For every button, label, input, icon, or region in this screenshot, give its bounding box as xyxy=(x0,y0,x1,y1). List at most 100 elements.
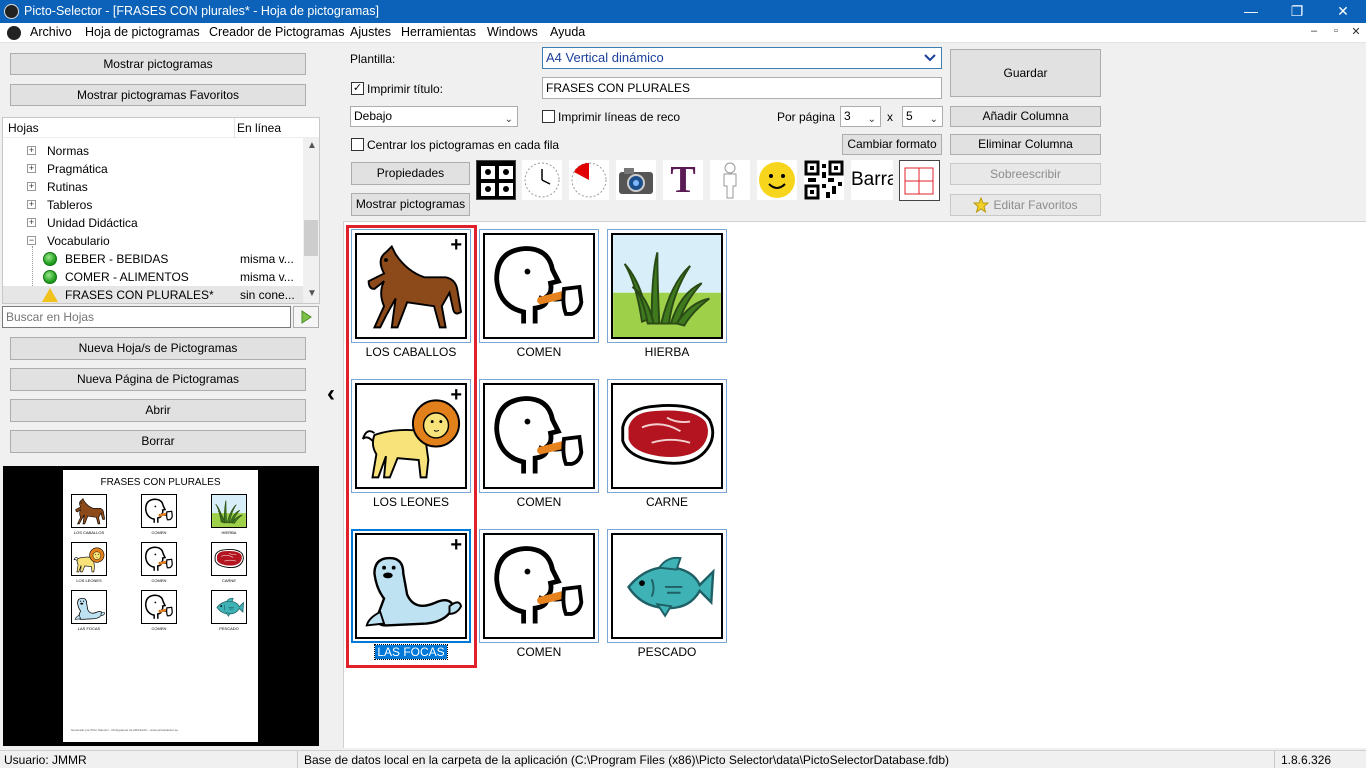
new-sheets-button[interactable]: Nueva Hoja/s de Pictogramas xyxy=(10,337,306,360)
preview-eat-icon xyxy=(141,590,177,624)
mdi-close-button[interactable]: ✕ xyxy=(1346,25,1366,38)
edit-favorites-button[interactable]: Editar Favoritos xyxy=(950,194,1101,216)
tree-sheet-frases-con-plurales[interactable]: FRASES CON PLURALES* sin cone... xyxy=(3,286,305,303)
show-pictograms-button[interactable]: Mostrar pictogramas xyxy=(10,53,306,75)
tree-header: Hojas En línea xyxy=(3,118,319,138)
delete-column-button[interactable]: Eliminar Columna xyxy=(950,134,1101,155)
menu-ayuda[interactable]: Ayuda xyxy=(550,25,585,39)
expand-icon[interactable]: + xyxy=(27,146,36,155)
show-pictograms-toolbar-button[interactable]: Mostrar pictogramas xyxy=(351,193,470,216)
pictogram-label[interactable]: COMEN xyxy=(474,645,604,659)
pictogram-label[interactable]: HIERBA xyxy=(602,345,732,359)
menu-windows[interactable]: Windows xyxy=(487,25,538,39)
print-lines-checkbox[interactable] xyxy=(542,110,555,123)
column-divider[interactable] xyxy=(234,118,235,138)
person-tool-icon[interactable] xyxy=(710,160,750,200)
expand-icon[interactable]: + xyxy=(27,200,36,209)
tree-folder-pragmatica[interactable]: + Pragmática xyxy=(3,160,305,178)
pictogram-card[interactable] xyxy=(479,529,599,643)
pictogram-card[interactable] xyxy=(479,379,599,493)
collapse-panel-icon[interactable]: ‹ xyxy=(322,380,340,410)
title-input[interactable] xyxy=(542,77,942,99)
rows-select[interactable]: 3 ⌄ xyxy=(840,106,881,127)
pictogram-card[interactable]: + xyxy=(351,229,471,343)
pictogram-label[interactable]: LOS CABALLOS xyxy=(346,345,476,359)
properties-button[interactable]: Propiedades xyxy=(351,162,470,185)
title-position-select[interactable]: Debajo ⌄ xyxy=(350,106,518,127)
timer-tool-icon[interactable] xyxy=(569,160,609,200)
print-title-label: Imprimir título: xyxy=(367,82,444,96)
tree-sheet-beber-bebidas[interactable]: BEBER - BEBIDAS misma v... xyxy=(3,250,305,268)
restore-button[interactable]: ❐ xyxy=(1274,0,1320,23)
emoji-tool-icon[interactable] xyxy=(757,160,797,200)
add-column-button[interactable]: Añadir Columna xyxy=(950,106,1101,127)
barra-tool-button[interactable]: Barra xyxy=(851,160,893,200)
pictogram-card[interactable] xyxy=(479,229,599,343)
center-pictos-checkbox[interactable] xyxy=(351,138,364,151)
print-title-checkbox[interactable]: ✓ xyxy=(351,82,364,95)
collapse-icon[interactable]: − xyxy=(27,236,36,245)
minimize-button[interactable]: — xyxy=(1228,0,1274,23)
tree-folder-rutinas[interactable]: + Rutinas xyxy=(3,178,305,196)
menu-hoja-de-pictogramas[interactable]: Hoja de pictogramas xyxy=(85,25,200,39)
pictogram-label[interactable]: LOS LEONES xyxy=(346,495,476,509)
pictogram-label[interactable]: COMEN xyxy=(474,345,604,359)
menu-herramientas[interactable]: Herramientas xyxy=(401,25,476,39)
close-button[interactable]: ✕ xyxy=(1320,0,1366,23)
column-sheets[interactable]: Hojas xyxy=(8,121,39,135)
per-page-label: Por página xyxy=(777,110,836,124)
camera-tool-icon[interactable] xyxy=(616,160,656,200)
pictogram-label[interactable]: COMEN xyxy=(474,495,604,509)
app-menu-icon[interactable] xyxy=(7,26,21,40)
pictogram-card[interactable] xyxy=(607,529,727,643)
menu-bar: Archivo Hoja de pictogramas Creador de P… xyxy=(0,23,1366,43)
expand-icon[interactable]: + xyxy=(27,164,36,173)
change-format-button[interactable]: Cambiar formato xyxy=(842,134,942,155)
tree-folder-vocabulario[interactable]: − Vocabulario xyxy=(3,232,305,250)
tree-folder-tableros[interactable]: + Tableros xyxy=(3,196,305,214)
tree-scrollbar[interactable]: ▲ ▼ xyxy=(303,138,319,303)
overwrite-button[interactable]: Sobreescribir xyxy=(950,163,1101,185)
center-pictos-label: Centrar los pictogramas en cada fila xyxy=(367,138,560,152)
qr-tool-icon[interactable] xyxy=(804,160,844,200)
new-page-button[interactable]: Nueva Página de Pictogramas xyxy=(10,368,306,391)
search-go-button[interactable] xyxy=(293,306,319,328)
template-select[interactable]: A4 Vertical dinámico xyxy=(542,47,942,69)
card-deck-tool-icon[interactable] xyxy=(476,160,516,200)
text-tool-icon[interactable]: T xyxy=(663,160,703,200)
menu-ajustes[interactable]: Ajustes xyxy=(350,25,391,39)
tree-sheet-comer-alimentos[interactable]: COMER - ALIMENTOS misma v... xyxy=(3,268,305,286)
cols-select[interactable]: 5 ⌄ xyxy=(902,106,943,127)
print-preview: FRASES CON PLURALES LOS CABALLOS COMEN HIE… xyxy=(3,466,319,746)
menu-archivo[interactable]: Archivo xyxy=(30,25,72,39)
save-button[interactable]: Guardar xyxy=(950,49,1101,97)
chevron-down-icon xyxy=(924,54,936,62)
menu-creador-de-pictogramas[interactable]: Creador de Pictogramas xyxy=(209,25,344,39)
pictogram-card[interactable] xyxy=(607,229,727,343)
tree-folder-normas[interactable]: + Normas xyxy=(3,142,305,160)
chevron-down-icon: ⌄ xyxy=(504,114,513,125)
column-online[interactable]: En línea xyxy=(237,121,281,135)
expand-icon[interactable]: + xyxy=(27,182,36,191)
tree-folder-unidad-didactica[interactable]: + Unidad Didáctica xyxy=(3,214,305,232)
scroll-up-icon[interactable]: ▲ xyxy=(307,140,317,151)
mdi-minimize-button[interactable]: – xyxy=(1304,25,1324,37)
pictogram-label[interactable]: CARNE xyxy=(602,495,732,509)
mdi-restore-button[interactable]: ▫ xyxy=(1326,25,1346,37)
search-sheets-input[interactable] xyxy=(2,306,291,328)
show-favorite-pictograms-button[interactable]: Mostrar pictogramas Favoritos xyxy=(10,84,306,106)
plural-plus-icon: + xyxy=(450,234,462,256)
delete-button[interactable]: Borrar xyxy=(10,430,306,453)
pictogram-label[interactable]: PESCADO xyxy=(602,645,732,659)
expand-icon[interactable]: + xyxy=(27,218,36,227)
pictogram-card[interactable]: + xyxy=(351,529,471,643)
grid-tool-icon[interactable] xyxy=(899,160,940,201)
open-button[interactable]: Abrir xyxy=(10,399,306,422)
pictogram-card[interactable] xyxy=(607,379,727,493)
clock-tool-icon[interactable] xyxy=(522,160,562,200)
preview-eat-icon xyxy=(141,494,177,528)
pictogram-label[interactable]: LAS FOCAS xyxy=(346,644,476,660)
scroll-down-icon[interactable]: ▼ xyxy=(307,288,317,299)
scroll-thumb[interactable] xyxy=(304,220,318,256)
pictogram-card[interactable]: + xyxy=(351,379,471,493)
